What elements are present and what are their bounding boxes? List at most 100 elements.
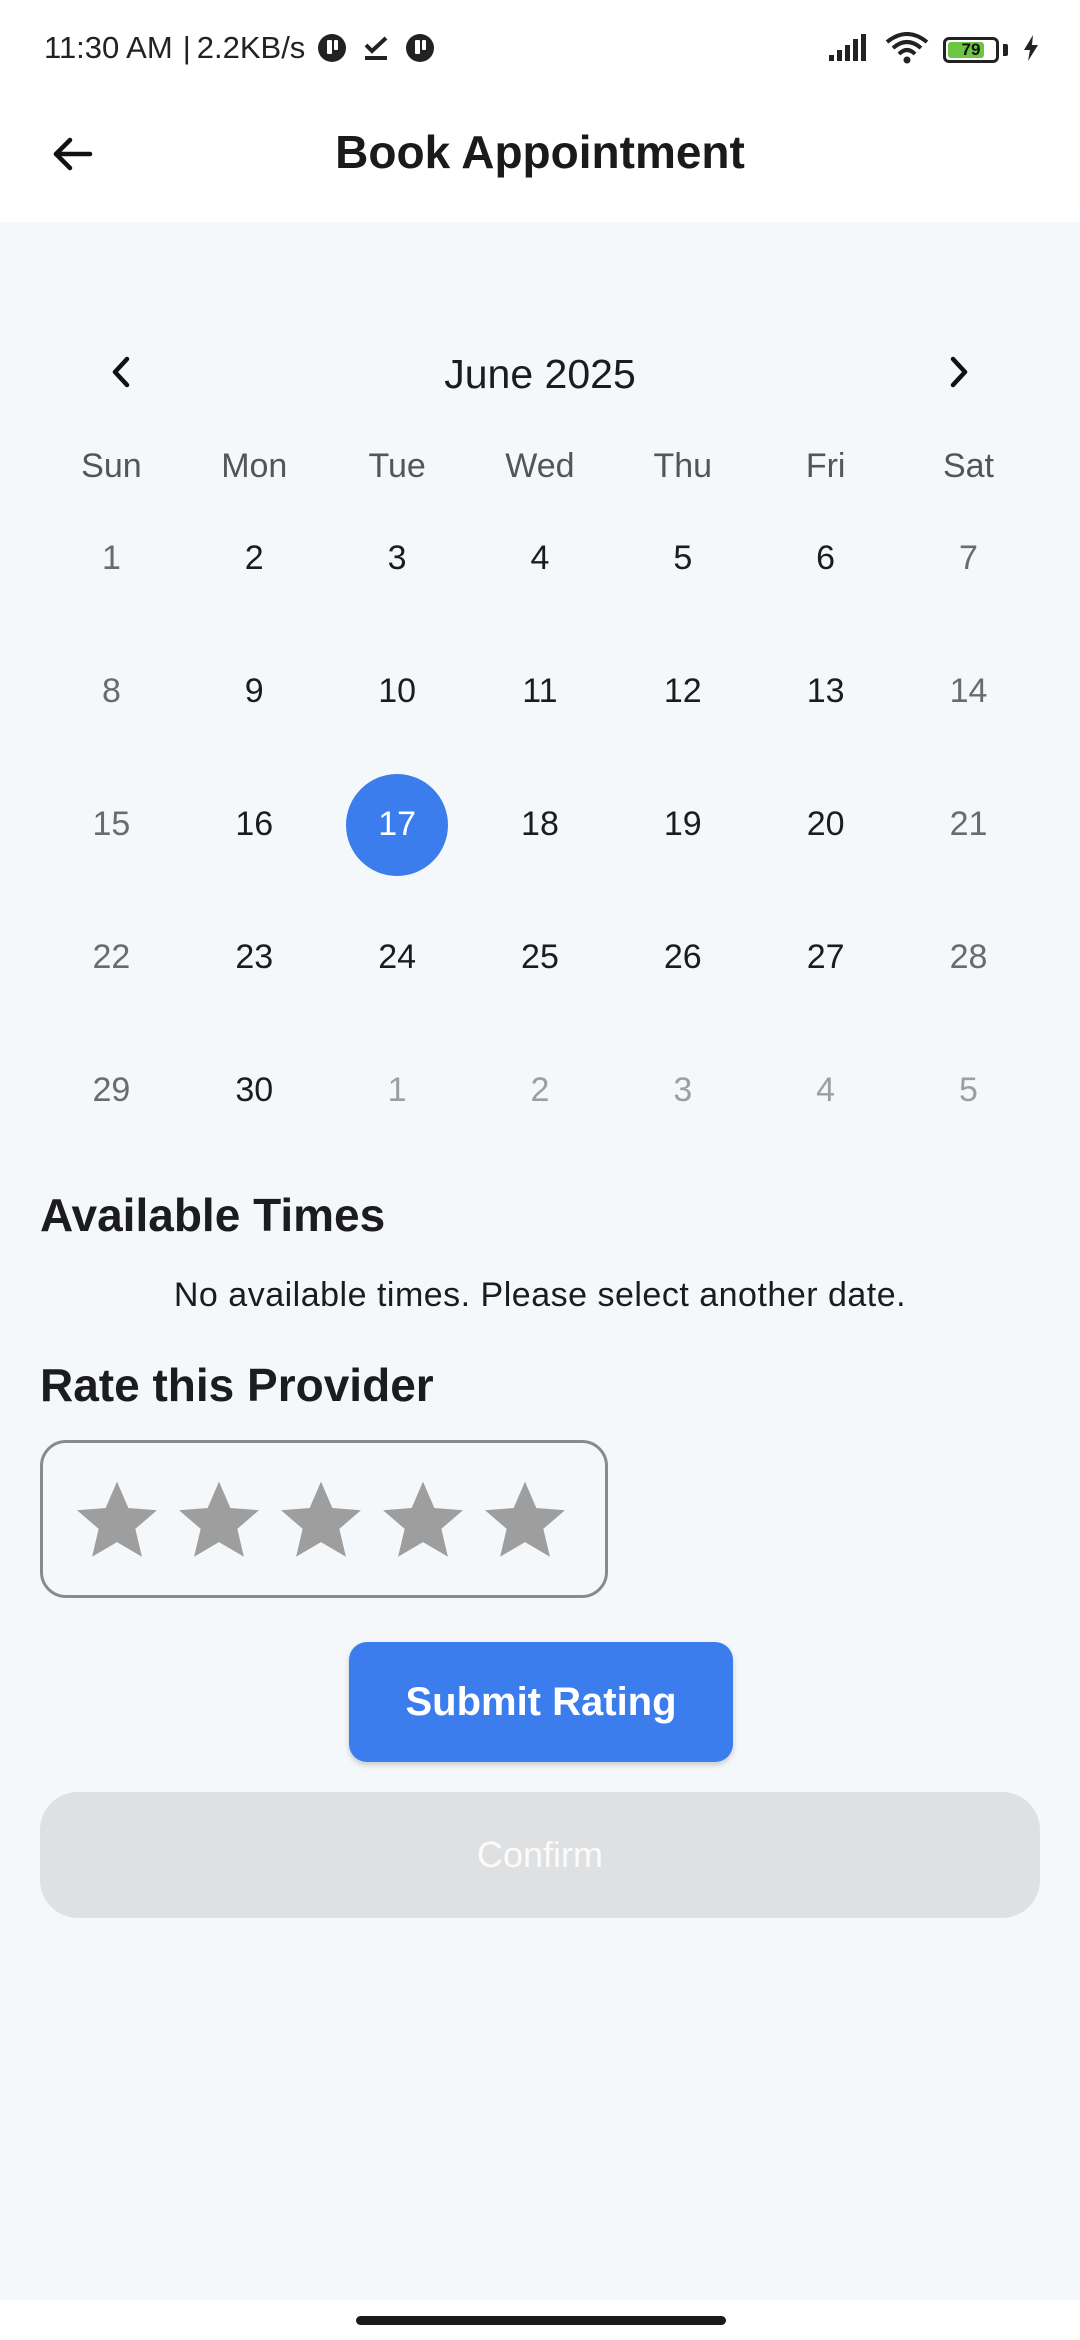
day-cell[interactable]: 7 <box>897 492 1040 625</box>
chevron-right-icon <box>943 354 973 395</box>
day-cell[interactable]: 25 <box>469 891 612 1024</box>
calendar-header: June 2025 <box>40 330 1040 418</box>
star-icon[interactable] <box>481 1475 569 1563</box>
rate-provider-title: Rate this Provider <box>40 1359 434 1411</box>
weekday-label: Mon <box>221 447 288 485</box>
notification-app-icon <box>403 31 437 65</box>
day-number: 2 <box>244 539 264 577</box>
day-number: 28 <box>949 938 988 976</box>
weekday-row: Sun Mon Tue Wed Thu Fri Sat <box>40 440 1040 492</box>
day-cell[interactable]: 14 <box>897 625 1040 758</box>
day-cell[interactable]: 13 <box>754 625 897 758</box>
day-cell[interactable]: 1 <box>40 492 183 625</box>
day-number: 23 <box>235 938 274 976</box>
day-number: 9 <box>244 672 264 710</box>
wifi-icon <box>885 31 929 69</box>
day-cell[interactable]: 10 <box>326 625 469 758</box>
day-number: 19 <box>663 805 702 843</box>
weekday-label: Thu <box>653 447 713 485</box>
weekday-label: Fri <box>805 447 846 485</box>
submit-rating-button[interactable]: Submit Rating <box>349 1642 733 1762</box>
day-cell[interactable]: 19 <box>611 758 754 891</box>
battery-level: 79 <box>961 40 981 59</box>
day-number: 5 <box>673 539 693 577</box>
day-cell-outside-month[interactable]: 2 <box>469 1024 612 1157</box>
signal-icon <box>827 33 871 68</box>
next-month-button[interactable] <box>922 338 994 410</box>
day-cell[interactable]: 5 <box>611 492 754 625</box>
day-number: 30 <box>235 1071 274 1109</box>
day-cell[interactable]: 18 <box>469 758 612 891</box>
day-number: 8 <box>101 672 121 710</box>
day-cell-outside-month[interactable]: 1 <box>326 1024 469 1157</box>
day-cell-outside-month[interactable]: 4 <box>754 1024 897 1157</box>
day-number: 16 <box>235 805 274 843</box>
status-net-speed: 2.2KB/s <box>196 30 306 65</box>
day-cell[interactable]: 2 <box>183 492 326 625</box>
day-cell[interactable]: 15 <box>40 758 183 891</box>
day-number: 18 <box>521 805 559 843</box>
weekday-label: Wed <box>505 447 575 485</box>
day-cell[interactable]: 9 <box>183 625 326 758</box>
day-number: 10 <box>378 672 417 710</box>
day-cell[interactable]: 4 <box>469 492 612 625</box>
day-number: 7 <box>959 539 978 577</box>
day-cell[interactable]: 21 <box>897 758 1040 891</box>
day-cell[interactable]: 24 <box>326 891 469 1024</box>
status-bar: 11:30 AM | 2.2KB/s 79 <box>0 0 1080 96</box>
battery-tip <box>1003 44 1008 56</box>
status-separator: | <box>182 30 191 65</box>
day-number: 17 <box>346 773 449 876</box>
day-number: 4 <box>530 539 550 577</box>
day-number: 2 <box>530 1071 550 1109</box>
star-icon[interactable] <box>73 1475 161 1563</box>
day-number: 13 <box>806 672 845 710</box>
day-cell[interactable]: 22 <box>40 891 183 1024</box>
month-label: June 2025 <box>444 351 636 397</box>
weekday-label: Sat <box>942 447 994 485</box>
day-cell[interactable]: 26 <box>611 891 754 1024</box>
day-number: 14 <box>949 672 988 710</box>
day-number: 24 <box>378 938 417 976</box>
day-number: 1 <box>101 539 121 577</box>
day-number: 4 <box>816 1071 836 1109</box>
day-cell[interactable]: 8 <box>40 625 183 758</box>
day-cell-selected[interactable]: 17 <box>326 758 469 891</box>
day-number: 12 <box>663 672 702 710</box>
day-cell-outside-month[interactable]: 5 <box>897 1024 1040 1157</box>
day-cell[interactable]: 29 <box>40 1024 183 1157</box>
day-number: 22 <box>92 938 131 976</box>
day-number: 21 <box>949 805 988 843</box>
home-indicator[interactable] <box>356 2316 726 2325</box>
day-cell-outside-month[interactable]: 3 <box>611 1024 754 1157</box>
star-icon[interactable] <box>379 1475 467 1563</box>
day-number: 26 <box>663 938 702 976</box>
weekday-label: Sun <box>81 447 142 485</box>
day-cell[interactable]: 20 <box>754 758 897 891</box>
confirm-button[interactable]: Confirm <box>40 1792 1040 1918</box>
status-time: 11:30 AM <box>44 30 173 65</box>
day-cell[interactable]: 28 <box>897 891 1040 1024</box>
day-cell[interactable]: 3 <box>326 492 469 625</box>
day-number: 15 <box>92 805 131 843</box>
status-left: 11:30 AM | 2.2KB/s <box>44 26 437 70</box>
day-number: 27 <box>806 938 845 976</box>
day-cell[interactable]: 12 <box>611 625 754 758</box>
day-cell[interactable]: 11 <box>469 625 612 758</box>
day-number: 20 <box>806 805 845 843</box>
day-cell[interactable]: 27 <box>754 891 897 1024</box>
battery-icon: 79 <box>943 37 999 63</box>
day-cell[interactable]: 30 <box>183 1024 326 1157</box>
day-cell[interactable]: 23 <box>183 891 326 1024</box>
day-number: 3 <box>387 539 407 577</box>
star-icon[interactable] <box>277 1475 365 1563</box>
day-number: 25 <box>521 938 559 976</box>
download-done-icon <box>359 31 393 65</box>
day-cell[interactable]: 16 <box>183 758 326 891</box>
day-number: 1 <box>387 1071 407 1109</box>
star-icon[interactable] <box>175 1475 263 1563</box>
day-cell[interactable]: 6 <box>754 492 897 625</box>
charging-icon <box>1022 34 1040 67</box>
status-right: 79 <box>827 28 1040 72</box>
day-number: 11 <box>522 672 558 710</box>
